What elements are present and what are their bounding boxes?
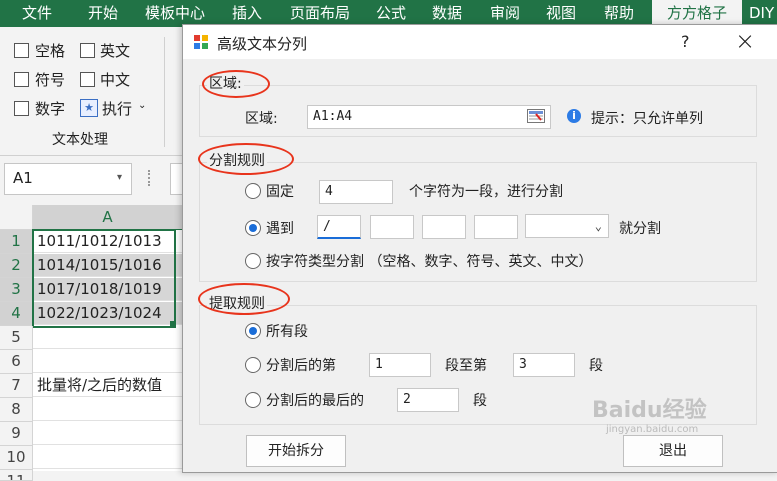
dialog-title: 高级文本分列 (217, 35, 308, 53)
row-header-7[interactable]: 7 (0, 374, 33, 398)
ribbon-tab-bar: 文件 开始 模板中心 插入 页面布局 公式 数据 审阅 视图 帮助 方方格子 D… (0, 0, 777, 27)
checkbox-symbol-label: 符号 (35, 71, 66, 89)
tab-page-layout[interactable]: 页面布局 (290, 0, 350, 27)
highlight-extract-rule (198, 283, 290, 315)
split-fixed-suffix: 个字符为一段，进行分割 (409, 184, 563, 200)
name-box[interactable]: A1 ▾ (4, 163, 132, 195)
checkbox-english[interactable] (80, 43, 95, 58)
extract-last-label: 分割后的最后的 (266, 393, 364, 409)
watermark-sub: jingyan.baidu.com (606, 424, 699, 435)
split-meet-input-1[interactable]: / (317, 215, 361, 239)
extract-last-radio[interactable] (245, 392, 261, 408)
chevron-down-icon: ⌄ (138, 100, 147, 111)
tab-formulas[interactable]: 公式 (376, 0, 406, 27)
region-input[interactable]: A1:A4 (307, 105, 551, 129)
extract-last-input[interactable]: 2 (397, 388, 459, 412)
namebox-splitter[interactable] (148, 170, 153, 186)
app-icon (194, 35, 208, 49)
cell-a10[interactable] (33, 446, 182, 469)
row-header-3[interactable]: 3 (0, 278, 33, 302)
exit-button[interactable]: 退出 (623, 435, 723, 467)
chevron-down-icon: ⌄ (594, 219, 602, 233)
checkbox-chinese[interactable] (80, 72, 95, 87)
range-picker-icon[interactable] (527, 109, 545, 123)
row-header-2[interactable]: 2 (0, 254, 33, 278)
watermark-text: Baidu经验 (592, 398, 707, 423)
extract-all-label: 所有段 (266, 324, 308, 340)
checkbox-number-label: 数字 (35, 100, 66, 118)
split-bytype-radio[interactable] (245, 253, 261, 269)
split-bytype-label: 按字符类型分割 （空格、数字、符号、英文、中文） (266, 254, 593, 270)
split-meet-suffix: 就分割 (619, 221, 661, 237)
cell-a9[interactable] (33, 422, 182, 445)
tab-home[interactable]: 开始 (88, 0, 118, 27)
tab-insert[interactable]: 插入 (232, 0, 262, 27)
cell-a7[interactable]: 批量将/之后的数值 (33, 374, 182, 397)
group-label-text-processing: 文本处理 (52, 132, 108, 148)
split-fixed-radio[interactable] (245, 183, 261, 199)
worksheet-grid: A 1 1011/1012/1013 2 1014/1015/1016 3 10… (0, 205, 182, 481)
cell-a8[interactable] (33, 398, 182, 421)
cell-a5[interactable] (33, 326, 182, 349)
extract-after-radio[interactable] (245, 357, 261, 373)
baidu-watermark: Baidu经验 (592, 392, 707, 424)
highlight-region (202, 70, 270, 98)
extract-after-label: 分割后的第 (266, 358, 336, 374)
row-header-11[interactable]: 11 (0, 470, 33, 481)
tab-data[interactable]: 数据 (432, 0, 462, 27)
extract-after-suffix: 段 (589, 358, 603, 374)
region-hint: 提示：只允许单列 (591, 111, 703, 127)
execute-icon: ★ (80, 99, 98, 117)
row-header-10[interactable]: 10 (0, 446, 33, 470)
tab-file[interactable]: 文件 (22, 0, 52, 27)
help-button[interactable]: ? (681, 32, 690, 51)
close-button[interactable]: × (735, 27, 755, 55)
checkbox-symbol[interactable] (14, 72, 29, 87)
checkbox-english-label: 英文 (100, 42, 131, 60)
execute-button[interactable]: 执行 (102, 98, 132, 119)
tab-fangfang[interactable]: 方方格子 (652, 0, 742, 27)
row-header-4[interactable]: 4 (0, 302, 33, 326)
checkbox-space[interactable] (14, 43, 29, 58)
highlight-split-rule (198, 143, 294, 175)
extract-after-to-input[interactable]: 3 (513, 353, 575, 377)
extract-after-mid: 段至第 (445, 358, 487, 374)
region-label: 区域: (245, 111, 278, 127)
tab-diy[interactable]: DIY (749, 0, 774, 27)
selection-border (32, 229, 176, 328)
checkbox-number[interactable] (14, 101, 29, 116)
start-split-button[interactable]: 开始拆分 (246, 435, 346, 467)
split-meet-radio[interactable] (245, 220, 261, 236)
extract-after-from-input[interactable]: 1 (369, 353, 431, 377)
split-fixed-input[interactable]: 4 (319, 180, 393, 204)
dropdown-arrow-icon: ▾ (117, 172, 123, 183)
tab-help[interactable]: 帮助 (604, 0, 634, 27)
split-meet-label: 遇到 (266, 221, 294, 237)
extract-last-suffix: 段 (473, 393, 487, 409)
row-header-6[interactable]: 6 (0, 350, 33, 374)
cell-a6[interactable] (33, 350, 182, 373)
split-meet-input-4[interactable] (474, 215, 518, 239)
split-fixed-label: 固定 (266, 184, 294, 200)
select-all-corner[interactable] (0, 205, 33, 230)
checkbox-chinese-label: 中文 (100, 71, 131, 89)
tab-view[interactable]: 视图 (546, 0, 576, 27)
split-meet-dropdown[interactable]: ⌄ (525, 214, 609, 238)
row-header-5[interactable]: 5 (0, 326, 33, 350)
checkbox-space-label: 空格 (35, 42, 66, 60)
tab-template-center[interactable]: 模板中心 (145, 0, 205, 27)
split-meet-input-2[interactable] (370, 215, 414, 239)
row-header-1[interactable]: 1 (0, 230, 33, 254)
name-box-value: A1 (13, 169, 33, 187)
split-meet-input-3[interactable] (422, 215, 466, 239)
tab-review[interactable]: 审阅 (490, 0, 520, 27)
dialog-title-bar[interactable]: 高级文本分列 ? × (183, 25, 777, 59)
column-header-a[interactable]: A (33, 205, 182, 231)
row-header-9[interactable]: 9 (0, 422, 33, 446)
row-header-8[interactable]: 8 (0, 398, 33, 422)
extract-all-radio[interactable] (245, 323, 261, 339)
group-divider (164, 37, 165, 147)
info-icon: i (567, 109, 581, 123)
